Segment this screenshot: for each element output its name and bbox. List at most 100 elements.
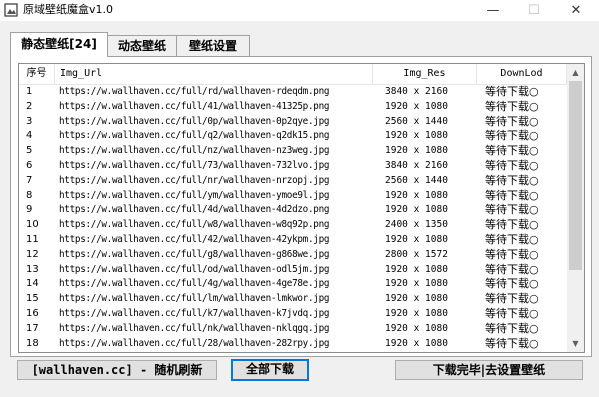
row-img-res: 1920 x 1080 xyxy=(385,233,448,245)
table-row[interactable]: 4 https://w.wallhaven.cc/full/q2/wallhave… xyxy=(19,129,567,144)
row-index: 13 xyxy=(26,263,39,275)
row-download-status: 等待下载○ xyxy=(485,85,539,98)
list-header: 序号 Img_Url Img_Res DownLod xyxy=(19,64,567,85)
tab-static-wallpaper[interactable]: 静态壁纸[24] xyxy=(10,32,108,57)
row-img-url: https://w.wallhaven.cc/full/73/wallhaven… xyxy=(59,159,330,171)
row-img-url: https://w.wallhaven.cc/full/rd/wallhaven… xyxy=(59,86,330,97)
table-row[interactable]: 7 https://w.wallhaven.cc/full/nr/wallhave… xyxy=(19,174,567,189)
row-index: 15 xyxy=(26,293,39,305)
table-row[interactable]: 10 https://w.wallhaven.cc/full/w8/wallhav… xyxy=(19,218,567,233)
row-img-res: 2400 x 1350 xyxy=(385,219,448,231)
row-img-res: 2560 x 1440 xyxy=(385,115,448,127)
column-header-index[interactable]: 序号 xyxy=(19,64,55,84)
table-row[interactable]: 6 https://w.wallhaven.cc/full/73/wallhave… xyxy=(19,159,567,174)
tab-dynamic-wallpaper[interactable]: 动态壁纸 xyxy=(107,35,177,56)
row-img-res: 1920 x 1080 xyxy=(385,145,448,157)
tab-wallpaper-settings[interactable]: 壁纸设置 xyxy=(176,35,250,56)
row-index: 18 xyxy=(26,337,39,349)
row-img-url: https://w.wallhaven.cc/full/0p/wallhaven… xyxy=(59,115,330,127)
row-img-res: 2560 x 1440 xyxy=(385,174,448,186)
row-download-status: 等待下载○ xyxy=(485,144,539,158)
scroll-thumb[interactable] xyxy=(569,81,582,270)
row-download-status: 等待下载○ xyxy=(485,292,539,306)
table-row[interactable]: 12 https://w.wallhaven.cc/full/g8/wallhav… xyxy=(19,248,567,263)
row-download-status: 等待下载○ xyxy=(485,203,539,217)
row-index: 14 xyxy=(26,278,39,290)
minimize-button[interactable]: — xyxy=(477,0,509,21)
row-download-status: 等待下载○ xyxy=(485,262,539,276)
row-index: 7 xyxy=(26,174,33,186)
row-download-status: 等待下载○ xyxy=(485,232,539,246)
row-index: 1 xyxy=(26,86,33,97)
row-download-status: 等待下载○ xyxy=(485,99,539,113)
wallpaper-list[interactable]: 序号 Img_Url Img_Res DownLod 1 https://w.wa… xyxy=(18,63,585,353)
table-row[interactable]: 15 https://w.wallhaven.cc/full/lm/wallhav… xyxy=(19,292,567,307)
row-img-url: https://w.wallhaven.cc/full/nr/wallhaven… xyxy=(59,174,330,186)
window-title: 原域壁纸魔盒v1.0 xyxy=(23,3,114,16)
table-row[interactable]: 14 https://w.wallhaven.cc/full/4g/wallhav… xyxy=(19,277,567,292)
column-header-img-res[interactable]: Img_Res xyxy=(373,64,477,84)
table-row[interactable]: 8 https://w.wallhaven.cc/full/ym/wallhave… xyxy=(19,189,567,204)
row-download-status: 等待下载○ xyxy=(485,218,539,232)
row-img-res: 1920 x 1080 xyxy=(385,189,448,201)
title-bar: 原域壁纸魔盒v1.0 — ☐ ✕ xyxy=(0,0,599,21)
row-img-url: https://w.wallhaven.cc/full/41/wallhaven… xyxy=(59,100,330,112)
row-img-res: 1920 x 1080 xyxy=(385,100,448,112)
row-img-res: 1920 x 1080 xyxy=(385,337,448,349)
scroll-down-icon[interactable]: ▼ xyxy=(567,335,584,352)
row-img-res: 1920 x 1080 xyxy=(385,263,448,275)
row-index: 9 xyxy=(26,204,33,216)
row-download-status: 等待下载○ xyxy=(485,129,539,143)
table-row[interactable]: 2 https://w.wallhaven.cc/full/41/wallhave… xyxy=(19,100,567,115)
app-icon xyxy=(4,3,18,17)
vertical-scrollbar[interactable]: ▲ ▼ xyxy=(567,64,584,352)
row-index: 8 xyxy=(26,189,33,201)
row-index: 5 xyxy=(26,145,33,157)
row-index: 4 xyxy=(26,130,33,142)
close-button[interactable]: ✕ xyxy=(560,0,592,21)
row-img-url: https://w.wallhaven.cc/full/q2/wallhaven… xyxy=(59,130,330,142)
row-img-url: https://w.wallhaven.cc/full/nz/wallhaven… xyxy=(59,145,330,157)
row-img-url: https://w.wallhaven.cc/full/ym/wallhaven… xyxy=(59,189,330,201)
random-refresh-button[interactable]: [wallhaven.cc] - 随机刷新 xyxy=(17,360,217,380)
row-index: 2 xyxy=(26,100,33,112)
row-download-status: 等待下载○ xyxy=(485,247,539,261)
row-index: 16 xyxy=(26,307,39,319)
column-header-img-url[interactable]: Img_Url xyxy=(55,64,373,84)
row-img-res: 3840 x 2160 xyxy=(385,159,448,171)
table-row[interactable]: 11 https://w.wallhaven.cc/full/42/wallhav… xyxy=(19,233,567,248)
row-img-res: 1920 x 1080 xyxy=(385,322,448,334)
row-img-url: https://w.wallhaven.cc/full/k7/wallhaven… xyxy=(59,307,330,319)
row-index: 12 xyxy=(26,248,39,260)
row-img-url: https://w.wallhaven.cc/full/g8/wallhaven… xyxy=(59,248,330,260)
table-row[interactable]: 18 https://w.wallhaven.cc/full/28/wallhav… xyxy=(19,337,567,352)
row-img-url: https://w.wallhaven.cc/full/42/wallhaven… xyxy=(59,233,330,245)
table-row[interactable]: 1 https://w.wallhaven.cc/full/rd/wallhave… xyxy=(19,85,567,100)
row-img-res: 1920 x 1080 xyxy=(385,130,448,142)
download-all-button[interactable]: 全部下载 xyxy=(231,359,309,381)
table-row[interactable]: 16 https://w.wallhaven.cc/full/k7/wallhav… xyxy=(19,307,567,322)
row-img-url: https://w.wallhaven.cc/full/od/wallhaven… xyxy=(59,263,330,275)
row-img-res: 2800 x 1572 xyxy=(385,248,448,260)
row-img-url: https://w.wallhaven.cc/full/w8/wallhaven… xyxy=(59,219,330,231)
row-img-url: https://w.wallhaven.cc/full/4d/wallhaven… xyxy=(59,204,330,216)
set-wallpaper-button[interactable]: 下载完毕|去设置壁纸 xyxy=(395,360,583,380)
maximize-button[interactable]: ☐ xyxy=(518,0,550,21)
row-img-url: https://w.wallhaven.cc/full/4g/wallhaven… xyxy=(59,278,330,290)
row-index: 10 xyxy=(26,219,39,231)
row-index: 3 xyxy=(26,115,33,127)
table-row[interactable]: 17 https://w.wallhaven.cc/full/nk/wallhav… xyxy=(19,322,567,337)
table-row[interactable]: 9 https://w.wallhaven.cc/full/4d/wallhave… xyxy=(19,203,567,218)
scroll-up-icon[interactable]: ▲ xyxy=(567,64,584,81)
row-index: 6 xyxy=(26,159,33,171)
table-row[interactable]: 5 https://w.wallhaven.cc/full/nz/wallhave… xyxy=(19,144,567,159)
table-row[interactable]: 3 https://w.wallhaven.cc/full/0p/wallhave… xyxy=(19,115,567,130)
row-download-status: 等待下载○ xyxy=(485,158,539,172)
row-img-url: https://w.wallhaven.cc/full/lm/wallhaven… xyxy=(59,293,330,305)
row-img-res: 3840 x 2160 xyxy=(385,86,448,97)
column-header-download[interactable]: DownLod xyxy=(477,64,567,84)
table-row[interactable]: 13 https://w.wallhaven.cc/full/od/wallhav… xyxy=(19,263,567,278)
row-download-status: 等待下载○ xyxy=(485,114,539,128)
row-img-res: 1920 x 1080 xyxy=(385,278,448,290)
row-download-status: 等待下载○ xyxy=(485,188,539,202)
